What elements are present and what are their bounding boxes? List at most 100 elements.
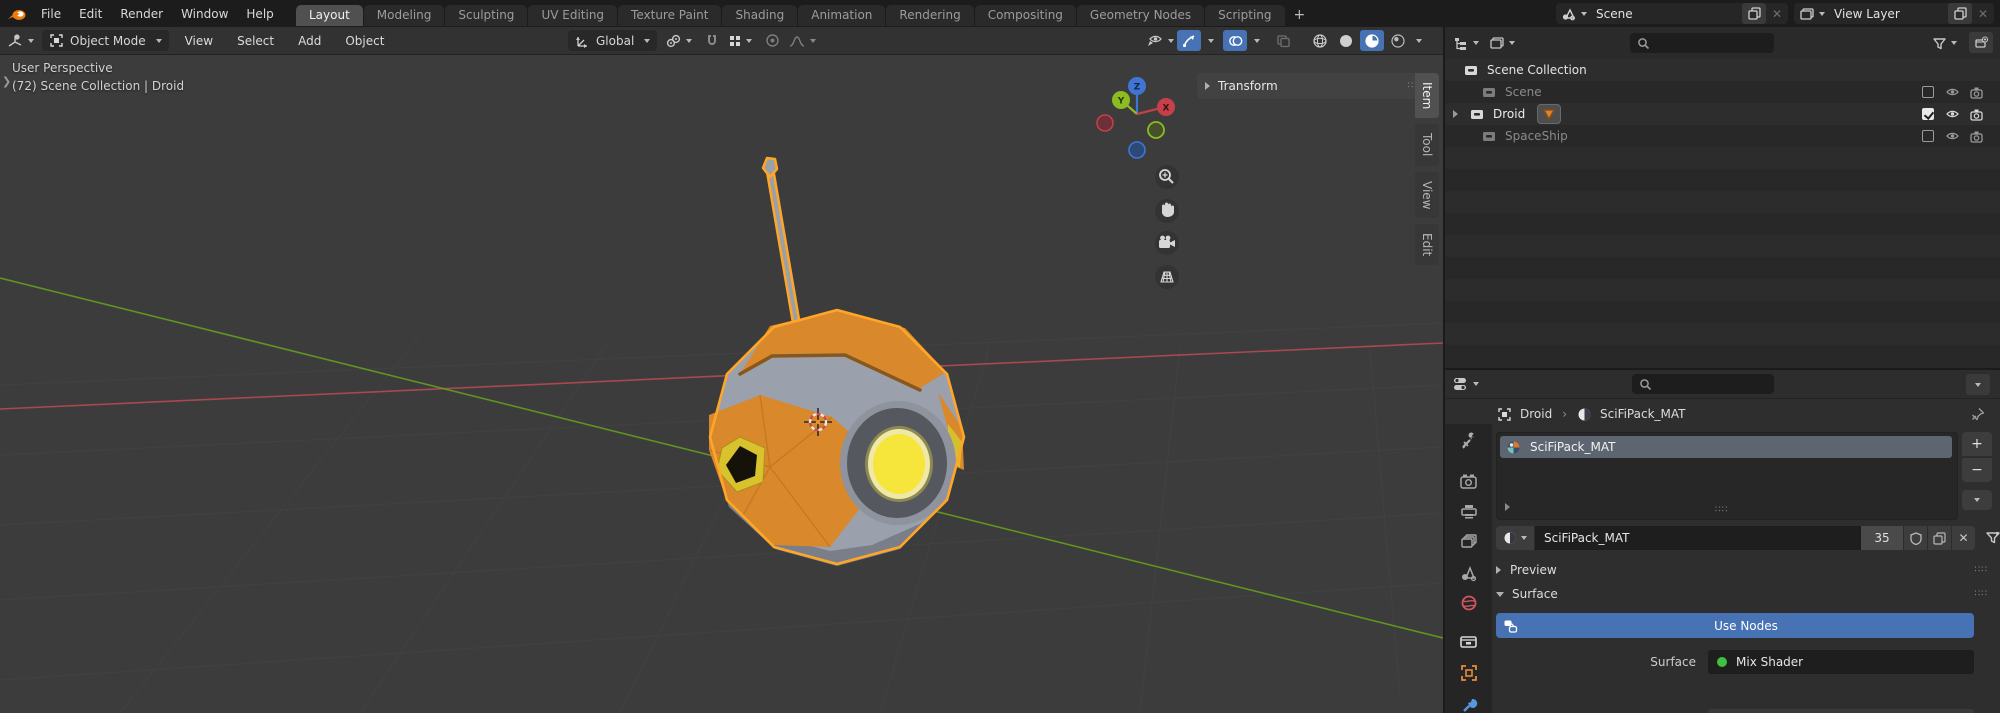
- overlays-toggle[interactable]: [1223, 30, 1247, 51]
- surface-panel-header[interactable]: Surface ∷∷: [1496, 582, 1996, 606]
- fake-user-button[interactable]: [1903, 526, 1927, 550]
- zoom-gizmo-icon[interactable]: [1155, 165, 1179, 189]
- remove-view-layer-button[interactable]: ✕: [1972, 7, 1994, 21]
- sidebar-tab-tool[interactable]: Tool: [1415, 124, 1439, 165]
- scene-icon[interactable]: [1556, 3, 1592, 24]
- add-workspace-button[interactable]: +: [1286, 7, 1314, 23]
- outliner-display-mode-icon[interactable]: [1489, 36, 1515, 50]
- outliner-row-droid[interactable]: Droid: [1445, 103, 2000, 125]
- workspace-tab-scripting[interactable]: Scripting: [1205, 5, 1284, 26]
- camera-gizmo-icon[interactable]: [1155, 231, 1179, 255]
- gizmo-y-neg-axis[interactable]: [1148, 122, 1164, 138]
- sidebar-tab-view[interactable]: View: [1415, 172, 1439, 218]
- exclude-checkbox[interactable]: [1922, 108, 1934, 120]
- eye-icon[interactable]: [1945, 108, 1960, 120]
- workspace-tab-layout[interactable]: Layout: [296, 5, 363, 26]
- outliner-editor-type-icon[interactable]: [1453, 36, 1479, 51]
- pivot-dropdown[interactable]: [665, 33, 692, 49]
- material-slot-specials-button[interactable]: [1962, 490, 1992, 510]
- outliner-row-spaceship[interactable]: SpaceShip: [1445, 125, 2000, 147]
- camera-icon[interactable]: [1969, 108, 1984, 121]
- browse-material-button[interactable]: [1496, 526, 1534, 550]
- workspace-tab-modeling[interactable]: Modeling: [364, 5, 445, 26]
- exclude-checkbox[interactable]: [1922, 130, 1934, 142]
- slot-list-grip[interactable]: ∷∷: [1715, 505, 1728, 515]
- new-collection-button[interactable]: [1969, 32, 1993, 53]
- material-filter-dropdown[interactable]: [1985, 531, 2000, 545]
- menu-add[interactable]: Add: [290, 34, 329, 48]
- add-material-slot-button[interactable]: +: [1962, 432, 1992, 456]
- remove-material-slot-button[interactable]: −: [1962, 457, 1992, 482]
- camera-icon[interactable]: [1969, 86, 1984, 99]
- eye-icon[interactable]: [1945, 86, 1960, 98]
- menu-render[interactable]: Render: [111, 0, 172, 27]
- tab-scene[interactable]: [1445, 558, 1492, 588]
- tab-output[interactable]: [1445, 496, 1492, 526]
- proportional-icon[interactable]: [760, 30, 784, 51]
- workspace-tab-texture-paint[interactable]: Texture Paint: [618, 5, 721, 26]
- orientation-dropdown[interactable]: Global: [568, 30, 657, 51]
- gizmos-toggle[interactable]: [1177, 30, 1201, 51]
- xray-toggle[interactable]: [1271, 30, 1295, 51]
- menu-view[interactable]: View: [177, 34, 221, 48]
- menu-file[interactable]: File: [32, 0, 70, 27]
- preview-panel-header[interactable]: Preview ∷∷: [1496, 558, 1996, 582]
- panel-grip[interactable]: ∷∷: [1975, 589, 1988, 599]
- navigation-gizmo[interactable]: Z Y X: [1097, 77, 1175, 158]
- breadcrumb-object[interactable]: Droid: [1520, 407, 1552, 421]
- outliner-filter-dropdown[interactable]: [1932, 37, 1957, 50]
- falloff-dropdown[interactable]: [788, 34, 816, 48]
- view-layer-name[interactable]: View Layer: [1830, 7, 1948, 21]
- snap-magnet-icon[interactable]: [700, 30, 724, 51]
- menu-select[interactable]: Select: [229, 34, 282, 48]
- properties-options-dropdown[interactable]: [1966, 374, 1990, 395]
- gizmo-x-neg-axis[interactable]: [1097, 115, 1113, 131]
- menu-object[interactable]: Object: [337, 34, 392, 48]
- tab-modifiers[interactable]: [1445, 690, 1492, 713]
- unlink-scene-button[interactable]: ✕: [1766, 7, 1788, 21]
- shading-rendered-icon[interactable]: [1386, 30, 1410, 51]
- viewport-3d[interactable]: Z Y X: [0, 55, 1443, 713]
- tab-object[interactable]: [1445, 658, 1492, 688]
- workspace-tab-geometry-nodes[interactable]: Geometry Nodes: [1077, 5, 1204, 26]
- workspace-tab-rendering[interactable]: Rendering: [886, 5, 973, 26]
- properties-search-input[interactable]: [1632, 374, 1774, 394]
- editor-type-3dview-icon[interactable]: [6, 33, 34, 49]
- menu-help[interactable]: Help: [237, 0, 282, 27]
- new-material-button[interactable]: [1927, 526, 1951, 550]
- droid-object[interactable]: [709, 158, 964, 566]
- pan-gizmo-icon[interactable]: [1155, 199, 1179, 223]
- workspace-tab-animation[interactable]: Animation: [798, 5, 885, 26]
- expand-arrow-icon[interactable]: [1453, 110, 1458, 118]
- view-layer-icon[interactable]: [1794, 3, 1830, 24]
- unlink-material-button[interactable]: ✕: [1951, 526, 1975, 550]
- surface-shader-field[interactable]: Mix Shader: [1708, 650, 1974, 674]
- workspace-tab-sculpting[interactable]: Sculpting: [445, 5, 527, 26]
- slot-list-expand-icon[interactable]: [1505, 503, 1510, 511]
- tab-world[interactable]: [1445, 588, 1492, 618]
- exclude-checkbox[interactable]: [1922, 86, 1934, 98]
- panel-grip[interactable]: ∷∷: [1975, 565, 1988, 575]
- workspace-tab-shading[interactable]: Shading: [722, 5, 797, 26]
- snap-target-dropdown[interactable]: [728, 34, 752, 48]
- tab-tool[interactable]: [1445, 426, 1492, 456]
- shading-solid-icon[interactable]: [1334, 30, 1358, 51]
- scene-name[interactable]: Scene: [1592, 7, 1742, 21]
- mode-dropdown[interactable]: Object Mode: [42, 30, 169, 51]
- sidebar-tab-edit[interactable]: Edit: [1415, 224, 1439, 265]
- outliner-row-scene-collection[interactable]: Scene Collection: [1445, 59, 2000, 81]
- camera-icon[interactable]: [1969, 130, 1984, 143]
- blender-logo[interactable]: [6, 5, 28, 23]
- tab-collection[interactable]: [1445, 626, 1492, 656]
- material-slot-selected[interactable]: SciFiPack_MAT: [1500, 436, 1952, 458]
- new-scene-button[interactable]: [1742, 3, 1766, 24]
- tab-render[interactable]: [1445, 466, 1492, 496]
- properties-editor-type-icon[interactable]: [1452, 376, 1479, 392]
- pin-icon[interactable]: [1971, 407, 1985, 421]
- material-name-field[interactable]: SciFiPack_MAT: [1534, 526, 1861, 550]
- outliner-row-scene[interactable]: Scene: [1445, 81, 2000, 103]
- visibility-dropdown[interactable]: [1146, 33, 1174, 48]
- new-view-layer-button[interactable]: [1948, 3, 1972, 24]
- toolbar-toggle-arrow[interactable]: ❯: [2, 75, 11, 88]
- users-count-button[interactable]: 35: [1861, 526, 1903, 550]
